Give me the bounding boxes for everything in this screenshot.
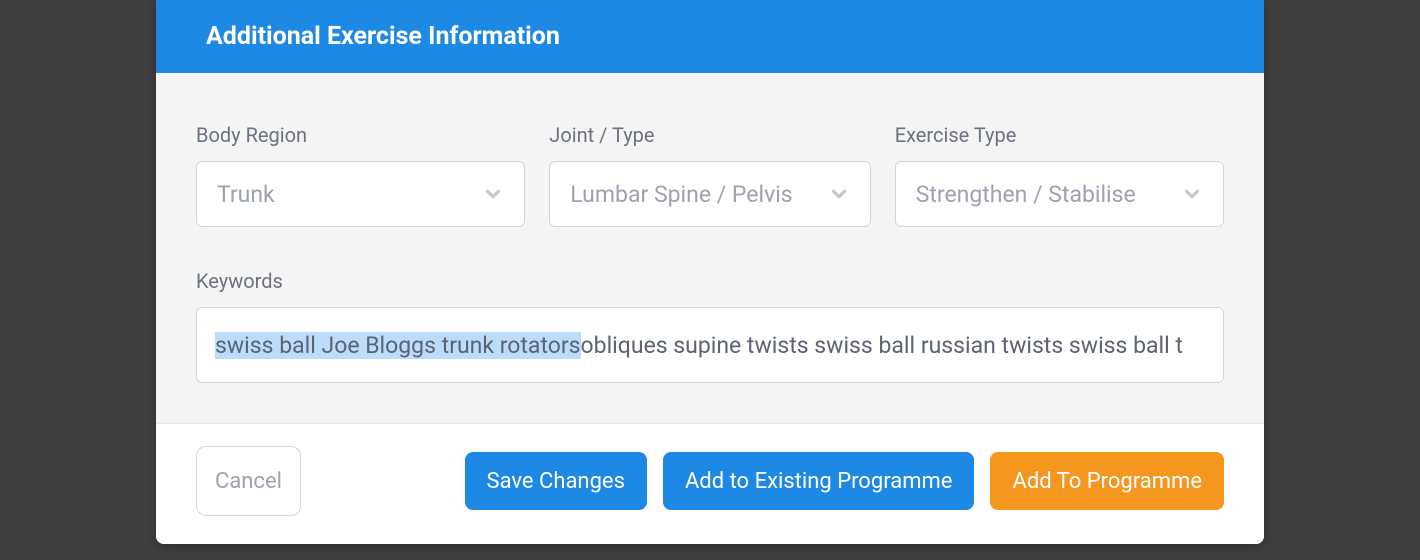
joint-type-label: Joint / Type bbox=[549, 123, 870, 147]
modal-footer: Cancel Save Changes Add to Existing Prog… bbox=[156, 423, 1264, 544]
keywords-input[interactable]: swiss ball Joe Bloggs trunk rotators obl… bbox=[196, 307, 1224, 383]
keywords-selected-text: swiss ball Joe Bloggs trunk rotators bbox=[215, 332, 581, 359]
joint-type-select[interactable]: Lumbar Spine / Pelvis bbox=[549, 161, 870, 227]
cancel-button[interactable]: Cancel bbox=[196, 446, 301, 516]
modal-header: Additional Exercise Information bbox=[156, 0, 1264, 73]
body-region-value: Trunk bbox=[217, 181, 482, 208]
add-existing-programme-button[interactable]: Add to Existing Programme bbox=[663, 452, 975, 510]
joint-type-group: Joint / Type Lumbar Spine / Pelvis bbox=[549, 123, 870, 227]
keywords-rest-text: obliques supine twists swiss ball russia… bbox=[581, 332, 1183, 359]
body-region-label: Body Region bbox=[196, 123, 525, 147]
modal-dialog: Additional Exercise Information Body Reg… bbox=[156, 0, 1264, 544]
keywords-label: Keywords bbox=[196, 269, 1224, 293]
chevron-down-icon bbox=[828, 183, 850, 205]
add-to-programme-button[interactable]: Add To Programme bbox=[990, 452, 1224, 510]
body-region-select[interactable]: Trunk bbox=[196, 161, 525, 227]
exercise-type-label: Exercise Type bbox=[895, 123, 1224, 147]
keywords-group: Keywords swiss ball Joe Bloggs trunk rot… bbox=[196, 269, 1224, 383]
modal-body: Body Region Trunk Joint / Type Lumbar Sp… bbox=[156, 73, 1264, 423]
form-row-selects: Body Region Trunk Joint / Type Lumbar Sp… bbox=[196, 123, 1224, 227]
exercise-type-group: Exercise Type Strengthen / Stabilise bbox=[895, 123, 1224, 227]
chevron-down-icon bbox=[482, 183, 504, 205]
chevron-down-icon bbox=[1181, 183, 1203, 205]
joint-type-value: Lumbar Spine / Pelvis bbox=[570, 181, 827, 208]
exercise-type-select[interactable]: Strengthen / Stabilise bbox=[895, 161, 1224, 227]
modal-title: Additional Exercise Information bbox=[206, 22, 560, 51]
save-changes-button[interactable]: Save Changes bbox=[465, 452, 647, 510]
exercise-type-value: Strengthen / Stabilise bbox=[916, 181, 1181, 208]
body-region-group: Body Region Trunk bbox=[196, 123, 525, 227]
